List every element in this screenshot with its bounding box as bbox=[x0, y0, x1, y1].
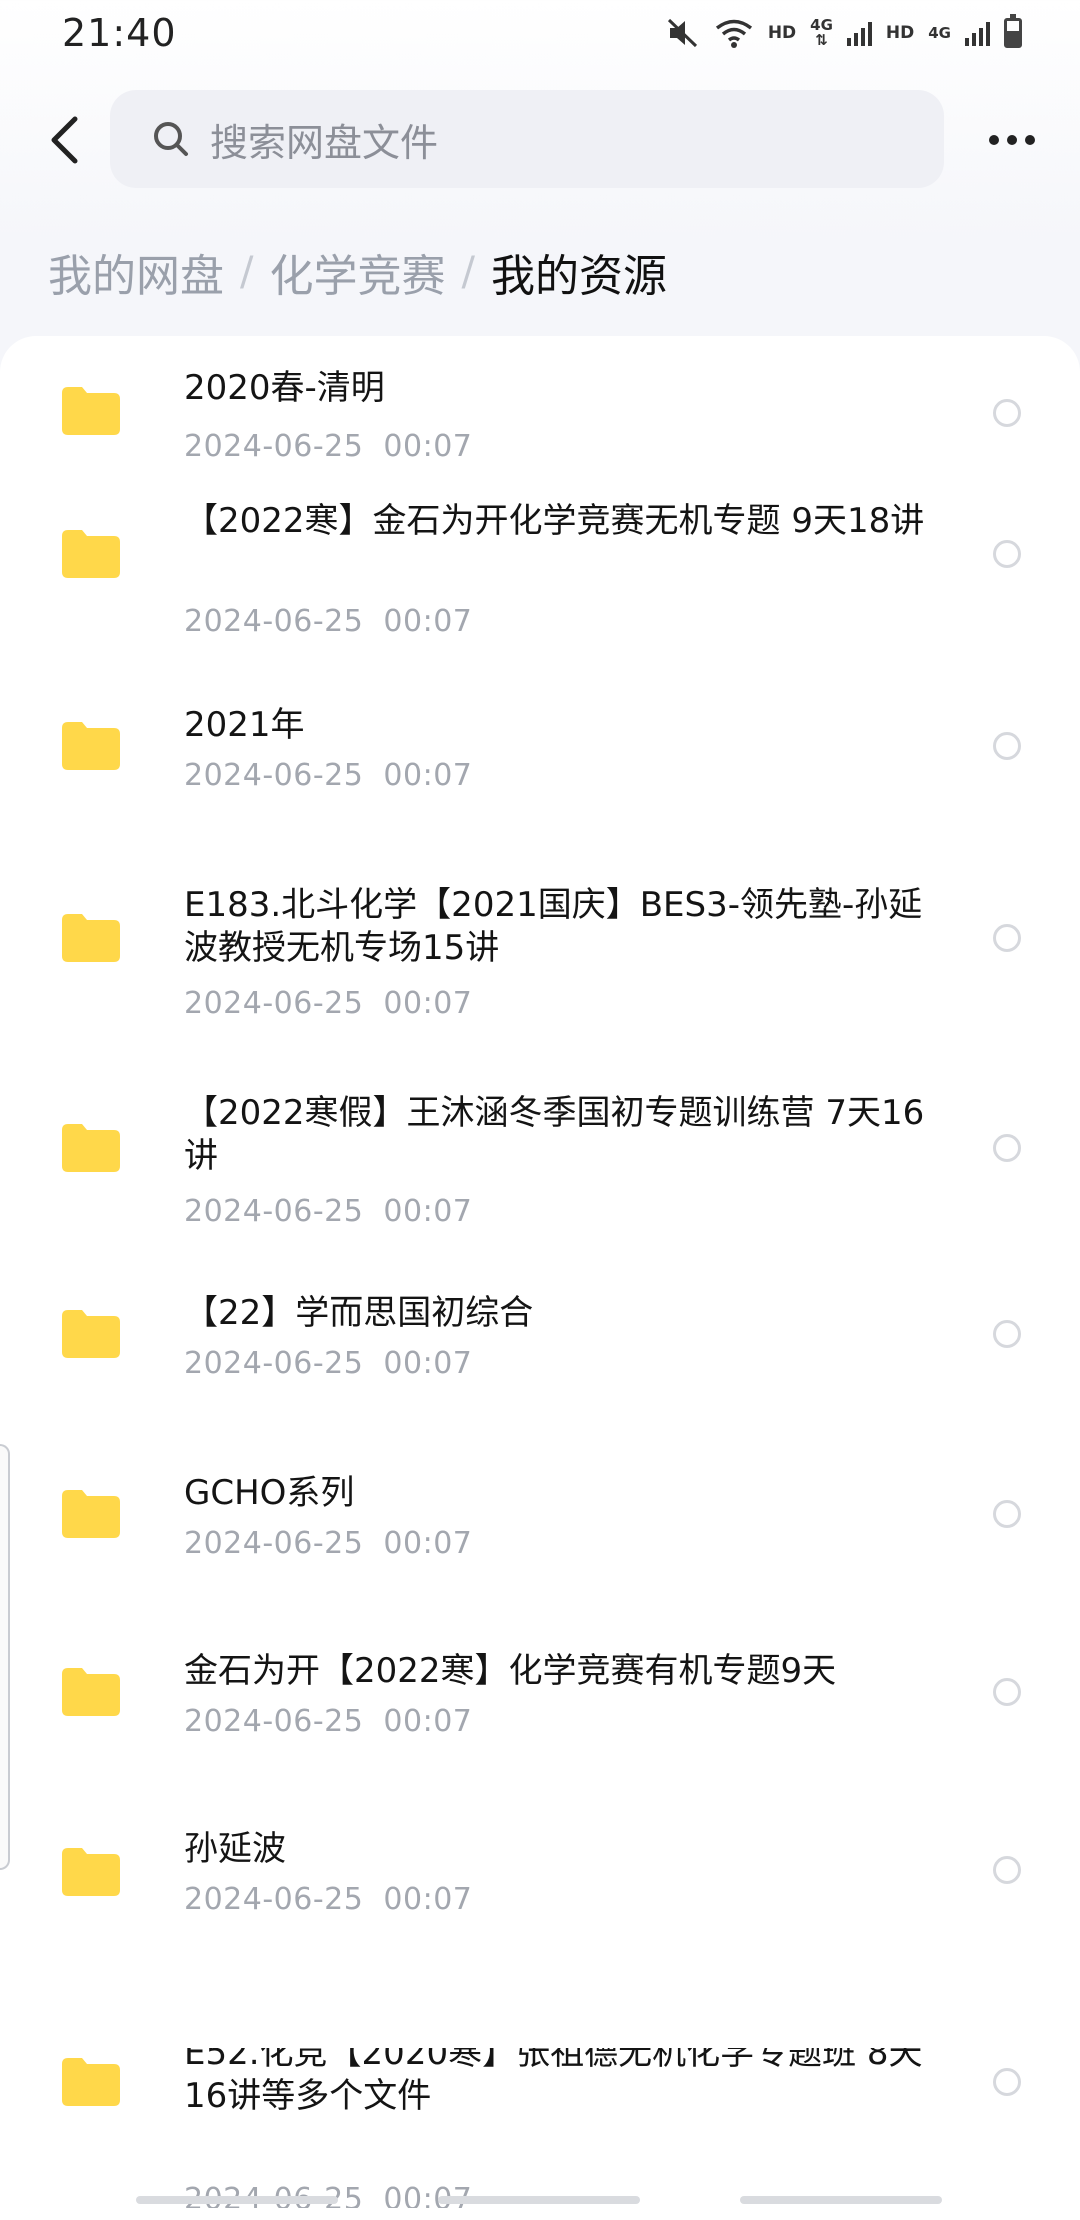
folder-icon bbox=[62, 1848, 120, 1896]
header: 搜索网盘文件 bbox=[0, 90, 1080, 190]
status-icons: HD 4G ⇅ HD 4G bbox=[666, 14, 1022, 49]
folder-icon bbox=[62, 2058, 120, 2106]
more-options-button[interactable] bbox=[980, 116, 1044, 164]
file-row[interactable]: 【2022寒】金石为开化学竞赛无机专题 9天18讲 2024-06-25 00:… bbox=[0, 501, 1080, 728]
select-radio[interactable] bbox=[993, 1856, 1021, 1884]
select-radio[interactable] bbox=[993, 924, 1021, 952]
folder-icon bbox=[62, 1124, 120, 1172]
file-row[interactable]: E52.化竞【2020寒】张祖德无机化学专题班 8天16讲等多个文件 2024-… bbox=[0, 2048, 1080, 2208]
select-radio[interactable] bbox=[993, 540, 1021, 568]
breadcrumb-item-my-drive[interactable]: 我的网盘 bbox=[48, 240, 224, 304]
file-name: 孙延波 bbox=[184, 1829, 286, 1869]
folder-icon bbox=[62, 1310, 120, 1358]
side-drawer-handle[interactable] bbox=[0, 1444, 10, 1870]
more-dot-icon bbox=[1007, 135, 1017, 145]
file-name: 【2022寒假】王沐涵冬季国初专题训练营 7天16讲 bbox=[184, 1093, 925, 1176]
file-date: 2024-06-25 00:07 bbox=[184, 1346, 473, 1381]
folder-icon bbox=[62, 1668, 120, 1716]
hd-label: HD bbox=[767, 23, 797, 43]
folder-icon bbox=[62, 387, 120, 435]
file-date: 2024-06-25 00:07 bbox=[184, 429, 473, 464]
select-radio[interactable] bbox=[993, 399, 1021, 427]
file-name: 2021年 bbox=[184, 705, 305, 745]
battery-icon bbox=[1004, 14, 1022, 48]
search-icon bbox=[154, 122, 188, 156]
search-placeholder: 搜索网盘文件 bbox=[210, 120, 439, 165]
folder-icon bbox=[62, 914, 120, 962]
breadcrumb-separator: / bbox=[461, 249, 475, 295]
file-date: 2024-06-25 00:07 bbox=[184, 604, 473, 639]
file-row[interactable]: 孙延波 2024-06-25 00:07 bbox=[0, 1829, 1080, 2048]
file-date: 2024-06-25 00:07 bbox=[184, 1882, 473, 1917]
file-date: 2024-06-25 00:07 bbox=[184, 1194, 473, 1229]
breadcrumb: 我的网盘 / 化学竞赛 / 我的资源 bbox=[48, 240, 667, 304]
hd-label-2: HD bbox=[885, 23, 915, 43]
breadcrumb-item-my-resources: 我的资源 bbox=[490, 251, 667, 302]
file-list: 2020春-清明 2024-06-25 00:07 【2022寒】金石为开化学竞… bbox=[0, 336, 1080, 2220]
more-dot-icon bbox=[989, 135, 999, 145]
status-time: 21:40 bbox=[62, 11, 177, 55]
nav-indicator-right bbox=[740, 2196, 942, 2204]
file-name: GCHO系列 bbox=[184, 1473, 355, 1513]
file-date: 2024-06-25 00:07 bbox=[184, 2182, 473, 2208]
select-radio[interactable] bbox=[993, 732, 1021, 760]
nav-indicator-left bbox=[136, 2196, 338, 2204]
select-radio[interactable] bbox=[993, 2068, 1021, 2096]
back-button[interactable] bbox=[36, 112, 92, 168]
file-name: 金石为开【2022寒】化学竞赛有机专题9天 bbox=[184, 1651, 837, 1691]
select-radio[interactable] bbox=[993, 1134, 1021, 1162]
select-radio[interactable] bbox=[993, 1320, 1021, 1348]
folder-icon bbox=[62, 530, 120, 578]
folder-icon bbox=[62, 1490, 120, 1538]
more-dot-icon bbox=[1025, 135, 1035, 145]
network-type-label-2: 4G bbox=[928, 23, 951, 42]
network-type: 4G ⇅ bbox=[810, 18, 833, 48]
nav-indicator-center bbox=[438, 2196, 640, 2204]
breadcrumb-item-chemistry-competition[interactable]: 化学竞赛 bbox=[269, 240, 445, 304]
select-radio[interactable] bbox=[993, 1500, 1021, 1528]
status-bar: 21:40 HD 4G ⇅ HD 4G bbox=[0, 0, 1080, 66]
mute-icon bbox=[667, 18, 697, 48]
file-name: E52.化竞【2020寒】张祖德无机化学专题班 8天16讲等多个文件 bbox=[184, 2048, 923, 2116]
file-name: 【22】学而思国初综合 bbox=[184, 1293, 534, 1333]
folder-icon bbox=[62, 722, 120, 770]
file-name: 【2022寒】金石为开化学竞赛无机专题 9天18讲 bbox=[184, 501, 925, 541]
file-name: E183.北斗化学【2021国庆】BES3-领先塾-孙延波教授无机专场15讲 bbox=[184, 885, 923, 968]
file-date: 2024-06-25 00:07 bbox=[184, 1704, 473, 1739]
wifi-icon bbox=[715, 19, 752, 48]
network-type-2: 4G bbox=[928, 23, 951, 42]
search-input[interactable]: 搜索网盘文件 bbox=[110, 90, 944, 188]
file-name: 2020春-清明 bbox=[184, 368, 385, 408]
signal-icon bbox=[846, 20, 872, 46]
data-arrows-icon: ⇅ bbox=[815, 31, 828, 49]
signal-icon-2 bbox=[965, 20, 990, 46]
breadcrumb-separator: / bbox=[240, 249, 254, 295]
file-date: 2024-06-25 00:07 bbox=[184, 986, 473, 1021]
file-date: 2024-06-25 00:07 bbox=[184, 758, 473, 793]
select-radio[interactable] bbox=[993, 1678, 1021, 1706]
file-date: 2024-06-25 00:07 bbox=[184, 1526, 473, 1561]
back-arrow-icon bbox=[51, 116, 78, 164]
